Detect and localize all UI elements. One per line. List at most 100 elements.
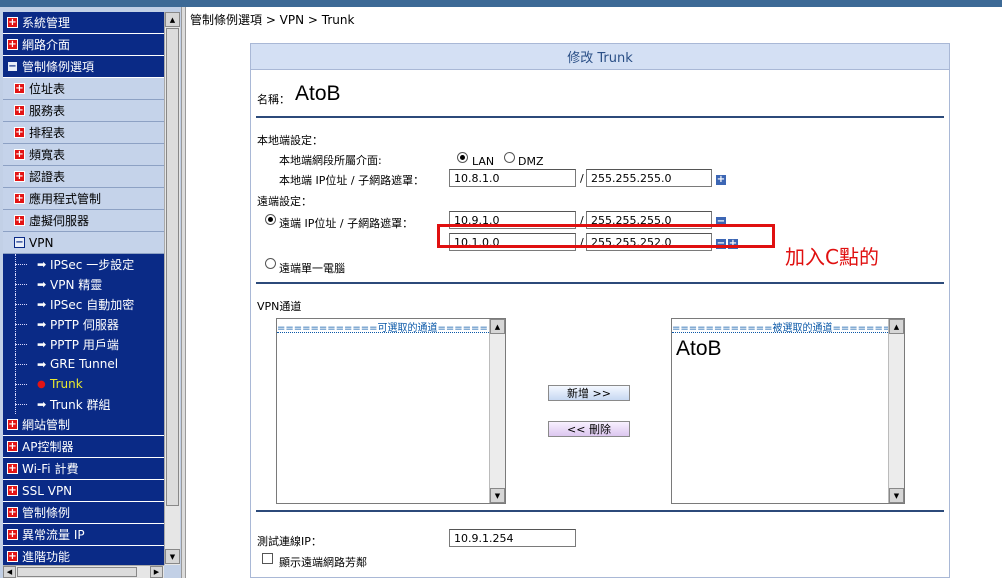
sidebar-item[interactable]: + 網路介面 <box>3 34 164 56</box>
sidebar-item[interactable]: ➡ PPTP 伺服器 <box>3 314 164 334</box>
tree-connector <box>11 274 37 294</box>
sidebar-item[interactable]: + 位址表 <box>3 78 164 100</box>
remote-ip-label: 遠端 IP位址 / 子網路遮罩： <box>279 217 414 230</box>
list-scrollbar[interactable]: ▲ ▼ <box>888 319 904 503</box>
scroll-thumb[interactable] <box>166 28 179 506</box>
sidebar-item[interactable]: + 服務表 <box>3 100 164 122</box>
scroll-up-arrow-icon[interactable]: ▲ <box>889 319 904 334</box>
sidebar-item[interactable]: + 網站管制 <box>3 414 164 436</box>
tree-connector <box>11 314 37 334</box>
sidebar-item[interactable]: + 頻寬表 <box>3 144 164 166</box>
sidebar-item-label: AP控制器 <box>22 440 74 454</box>
sidebar-item[interactable]: ➡ IPSec 自動加密 <box>3 294 164 314</box>
panel-title: 修改 Trunk <box>251 44 949 70</box>
sidebar-item[interactable]: ➡ PPTP 用戶端 <box>3 334 164 354</box>
show-remote-label: 顯示遠端網路芳鄰 <box>279 556 367 569</box>
sidebar-vertical-scrollbar[interactable]: ▲ ▼ <box>164 12 180 565</box>
local-mask-input[interactable]: 255.255.255.0 <box>586 169 712 187</box>
sidebar-item[interactable]: + 進階功能 <box>3 546 164 565</box>
tree-connector <box>11 354 37 374</box>
sidebar-item-label: 服務表 <box>29 104 66 118</box>
sidebar-item[interactable]: ➡ GRE Tunnel <box>3 354 164 374</box>
dmz-radio[interactable] <box>504 152 515 163</box>
plus-icon: + <box>14 104 25 116</box>
window-top-strip <box>0 0 1002 7</box>
plus-icon: + <box>14 148 25 160</box>
sidebar-item[interactable]: ➡ IPSec 一步設定 <box>3 254 164 274</box>
selected-tunnels-list[interactable]: ============被選取的通道============ AtoB ▲ ▼ <box>671 318 905 504</box>
scroll-right-arrow-icon[interactable]: ▶ <box>150 566 163 578</box>
sidebar-item[interactable]: − VPN <box>3 232 164 254</box>
local-ip-input[interactable]: 10.8.1.0 <box>449 169 576 187</box>
sidebar-item[interactable]: + 異常流量 IP <box>3 524 164 546</box>
dmz-radio-label: DMZ <box>518 155 544 168</box>
local-section-label: 本地端設定： <box>257 134 323 147</box>
plus-icon: + <box>14 170 25 182</box>
sidebar-item-label: IPSec 一步設定 <box>50 257 135 272</box>
list-scrollbar[interactable]: ▲ ▼ <box>489 319 505 503</box>
sidebar-item[interactable]: ● Trunk <box>3 374 164 394</box>
sidebar-item[interactable]: + 認證表 <box>3 166 164 188</box>
sidebar-item-label: Wi-Fi 計費 <box>22 462 79 476</box>
delete-tunnel-button[interactable]: << 刪除 <box>548 421 630 437</box>
tree-connector <box>11 334 37 354</box>
available-list-header: ============可選取的通道============ <box>277 319 489 333</box>
sidebar-item-label: 頻寬表 <box>29 148 66 162</box>
sidebar-item-label: IPSec 自動加密 <box>50 297 135 312</box>
sidebar-item[interactable]: + 管制條例 <box>3 502 164 524</box>
red-dot-icon: ● <box>37 378 46 390</box>
breadcrumb: 管制條例選項 > VPN > Trunk <box>190 13 355 27</box>
local-ip-label: 本地端 IP位址 / 子網路遮罩： <box>279 174 425 187</box>
sidebar-item-label: PPTP 伺服器 <box>50 317 119 332</box>
lan-radio[interactable] <box>457 152 468 163</box>
sidebar-item[interactable]: − 管制條例選項 <box>3 56 164 78</box>
list-item[interactable]: AtoB <box>672 337 904 361</box>
sidebar-item[interactable]: + 排程表 <box>3 122 164 144</box>
sidebar-item[interactable]: ➡ Trunk 群組 <box>3 394 164 414</box>
arrow-right-icon: ➡ <box>37 337 47 351</box>
plus-icon: + <box>7 440 18 452</box>
sidebar-item[interactable]: ➡ VPN 精靈 <box>3 274 164 294</box>
section-divider <box>256 116 944 118</box>
tree-connector <box>11 394 37 414</box>
scroll-down-arrow-icon[interactable]: ▼ <box>490 488 505 503</box>
minus-icon: − <box>7 60 18 72</box>
sidebar-item[interactable]: + 虛擬伺服器 <box>3 210 164 232</box>
available-tunnels-list[interactable]: ============可選取的通道============ ▲ ▼ <box>276 318 506 504</box>
scroll-up-arrow-icon[interactable]: ▲ <box>165 12 180 27</box>
add-local-row-plus-icon[interactable]: + <box>716 175 726 185</box>
tree-connector <box>11 254 37 274</box>
remote-section-label: 遠端設定： <box>257 195 312 208</box>
arrow-right-icon: ➡ <box>37 357 47 371</box>
sidebar-item-label: 網路介面 <box>22 38 71 52</box>
annotation-text: 加入C點的 <box>785 245 879 269</box>
scroll-down-arrow-icon[interactable]: ▼ <box>889 488 904 503</box>
plus-icon: + <box>7 528 18 540</box>
test-ip-label: 測試連線IP： <box>257 535 322 548</box>
sidebar-item-label: 系統管理 <box>22 16 71 30</box>
sidebar-item[interactable]: + 應用程式管制 <box>3 188 164 210</box>
hscroll-thumb[interactable] <box>17 567 137 577</box>
slash-separator: / <box>580 172 584 185</box>
remote-single-radio[interactable] <box>265 258 276 269</box>
selected-list-header: ============被選取的通道============ <box>672 319 888 333</box>
add-tunnel-button[interactable]: 新增 >> <box>548 385 630 401</box>
sidebar-item[interactable]: + SSL VPN <box>3 480 164 502</box>
test-ip-input[interactable]: 10.9.1.254 <box>449 529 576 547</box>
sidebar-nav: + 系統管理 + 網路介面 − 管制條例選項 + 位址表 + 服務表 + 排程表 + 頻寬表 + 認證表 + 應用… <box>3 12 164 565</box>
scroll-down-arrow-icon[interactable]: ▼ <box>165 549 180 564</box>
sidebar-item-label: 應用程式管制 <box>29 192 102 206</box>
tree-connector <box>11 374 37 394</box>
remote-ip-radio[interactable] <box>265 214 276 225</box>
sidebar-item[interactable]: + 系統管理 <box>3 12 164 34</box>
sidebar-horizontal-scrollbar[interactable]: ◀ ▶ <box>3 565 164 578</box>
scroll-up-arrow-icon[interactable]: ▲ <box>490 319 505 334</box>
plus-icon: + <box>14 82 25 94</box>
show-remote-checkbox[interactable] <box>262 553 273 564</box>
sidebar-item[interactable]: + AP控制器 <box>3 436 164 458</box>
plus-icon: + <box>7 484 18 496</box>
scroll-left-arrow-icon[interactable]: ◀ <box>3 566 16 578</box>
sidebar: + 系統管理 + 網路介面 − 管制條例選項 + 位址表 + 服務表 + 排程表 + 頻寬表 + 認證表 + 應用… <box>0 7 181 578</box>
plus-icon: + <box>7 550 18 562</box>
sidebar-item[interactable]: + Wi-Fi 計費 <box>3 458 164 480</box>
